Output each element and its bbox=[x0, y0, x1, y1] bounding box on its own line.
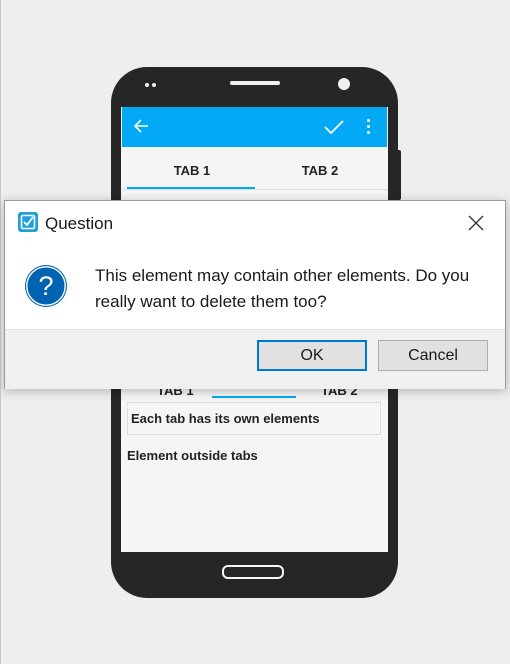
ok-button[interactable]: OK bbox=[257, 340, 367, 371]
tab-2[interactable]: TAB 2 bbox=[256, 163, 384, 178]
sensor-dots bbox=[145, 83, 159, 88]
close-icon[interactable] bbox=[466, 213, 486, 233]
tab-indicator-partial bbox=[212, 396, 296, 398]
app-bar bbox=[122, 107, 387, 147]
phone-speaker bbox=[230, 81, 280, 85]
question-mark-icon: ? bbox=[24, 264, 68, 308]
checkbox-app-icon bbox=[17, 211, 39, 233]
window-edge bbox=[0, 0, 1, 664]
phone-side-button bbox=[397, 150, 401, 200]
outside-element-label[interactable]: Element outside tabs bbox=[127, 448, 258, 463]
dialog-button-bar: OK Cancel bbox=[5, 329, 505, 389]
tab-content-element[interactable]: Each tab has its own elements bbox=[127, 402, 381, 435]
tab-1[interactable]: TAB 1 bbox=[128, 163, 256, 178]
arrow-left-icon[interactable] bbox=[133, 115, 151, 137]
cancel-button[interactable]: Cancel bbox=[378, 340, 488, 371]
tab-divider bbox=[122, 189, 387, 191]
phone-camera bbox=[338, 78, 350, 90]
more-vertical-icon[interactable] bbox=[365, 117, 373, 137]
check-icon[interactable] bbox=[323, 118, 345, 136]
home-button bbox=[222, 565, 284, 579]
tab-content-label: Each tab has its own elements bbox=[131, 411, 320, 426]
tab-bar: TAB 1 TAB 2 bbox=[122, 149, 387, 195]
dialog-message: This element may contain other elements.… bbox=[95, 266, 470, 311]
svg-text:?: ? bbox=[38, 271, 53, 301]
dialog-title: Question bbox=[45, 214, 114, 233]
question-dialog: Question ? This element may contain othe… bbox=[4, 200, 506, 389]
